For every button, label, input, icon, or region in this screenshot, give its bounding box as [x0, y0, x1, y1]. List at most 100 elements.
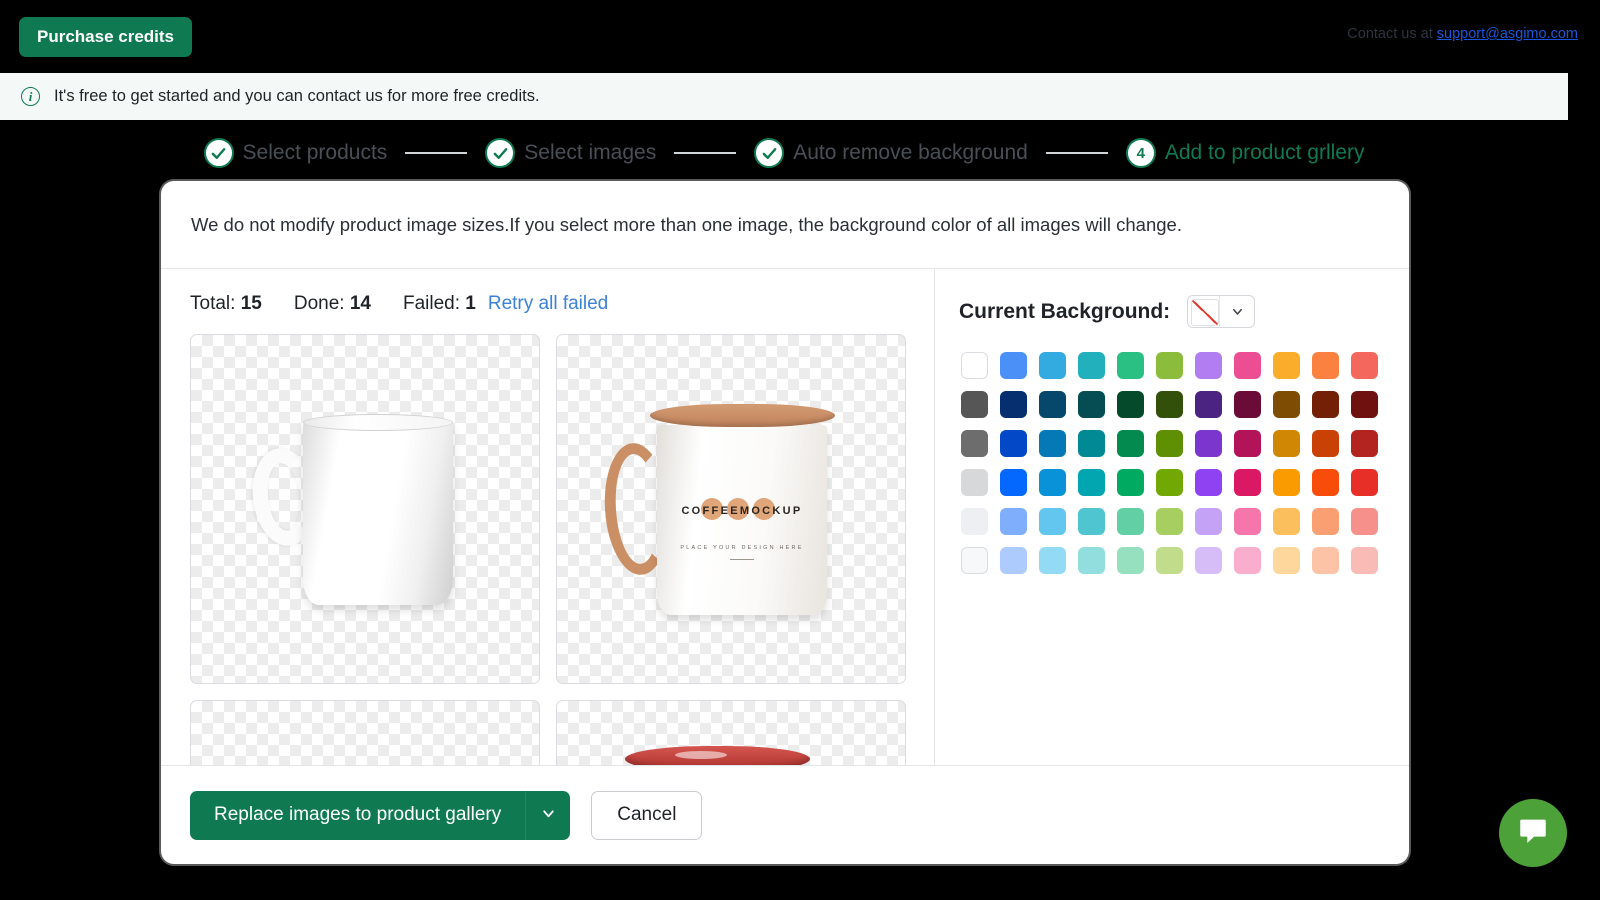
step-label: Auto remove background	[793, 141, 1028, 164]
color-swatch-r5-c8[interactable]	[1234, 508, 1261, 535]
support-email-link[interactable]: support@asgimo.com	[1437, 26, 1578, 42]
mug-body	[303, 420, 453, 605]
color-swatch-r3-c6[interactable]	[1156, 430, 1183, 457]
color-swatch-r3-c5[interactable]	[1117, 430, 1144, 457]
color-swatch-r1-c11[interactable]	[1351, 352, 1378, 379]
color-swatch-r1-c6[interactable]	[1156, 352, 1183, 379]
done-label: Done:	[293, 293, 345, 314]
cancel-button[interactable]: Cancel	[591, 790, 703, 840]
step-add-to-product-gallery[interactable]: 4 Add to product grllery	[1125, 138, 1364, 168]
mug-rim	[650, 404, 835, 427]
color-swatch-r3-c9[interactable]	[1273, 430, 1300, 457]
replace-images-split-button: Replace images to product gallery	[190, 790, 571, 840]
image-thumbnail-white-mug[interactable]	[190, 334, 540, 684]
color-swatch-r3-c2[interactable]	[1000, 430, 1027, 457]
color-swatch-r1-c4[interactable]	[1078, 352, 1105, 379]
purchase-credits-button[interactable]: Purchase credits	[19, 16, 193, 57]
image-thumbnail-empty[interactable]	[190, 700, 540, 765]
color-swatch-r5-c4[interactable]	[1078, 508, 1105, 535]
color-swatch-r4-c8[interactable]	[1234, 469, 1261, 496]
color-swatch-r3-c8[interactable]	[1234, 430, 1261, 457]
current-background-label: Current Background:	[959, 299, 1171, 323]
color-swatch-r1-c8[interactable]	[1234, 352, 1261, 379]
color-swatch-r6-c8[interactable]	[1234, 547, 1261, 574]
color-swatch-r2-c2[interactable]	[1000, 391, 1027, 418]
color-swatch-r2-c7[interactable]	[1195, 391, 1222, 418]
color-swatch-r2-c3[interactable]	[1039, 391, 1066, 418]
step-select-products[interactable]: Select products	[203, 138, 388, 168]
color-swatch-r4-c1[interactable]	[961, 469, 988, 496]
color-swatch-r6-c2[interactable]	[1000, 547, 1027, 574]
color-swatch-r3-c1[interactable]	[961, 430, 988, 457]
contact-prefix: Contact us at	[1347, 26, 1437, 42]
total-value: 15	[240, 293, 262, 314]
color-swatch-r5-c9[interactable]	[1273, 508, 1300, 535]
image-thumbnail-enamel-mug[interactable]: COFFEEMOCKUP PLACE YOUR DESIGN HERE	[556, 334, 906, 684]
step-auto-remove-background[interactable]: Auto remove background	[754, 138, 1028, 168]
color-swatch-r2-c5[interactable]	[1117, 391, 1144, 418]
color-swatch-r4-c6[interactable]	[1156, 469, 1183, 496]
color-swatch-r5-c3[interactable]	[1039, 508, 1066, 535]
step-select-images[interactable]: Select images	[485, 138, 656, 168]
current-background-dropdown[interactable]	[1187, 295, 1256, 328]
color-swatch-r6-c4[interactable]	[1078, 547, 1105, 574]
color-swatch-r1-c7[interactable]	[1195, 352, 1222, 379]
color-swatch-r1-c10[interactable]	[1312, 352, 1339, 379]
processing-status: Total: 15 Done: 14 Failed: 1 Retry all f…	[190, 293, 905, 315]
color-swatch-r4-c5[interactable]	[1117, 469, 1144, 496]
color-swatch-r1-c2[interactable]	[1000, 352, 1027, 379]
color-swatch-r6-c9[interactable]	[1273, 547, 1300, 574]
color-swatch-r4-c10[interactable]	[1312, 469, 1339, 496]
color-swatch-r3-c10[interactable]	[1312, 430, 1339, 457]
color-swatch-r4-c2[interactable]	[1000, 469, 1027, 496]
failed-label: Failed:	[402, 293, 460, 314]
red-mug-illustration	[557, 701, 905, 765]
color-swatch-r5-c6[interactable]	[1156, 508, 1183, 535]
check-circle-icon	[754, 138, 785, 168]
background-color-palette[interactable]	[961, 352, 1409, 586]
color-swatch-r5-c11[interactable]	[1351, 508, 1378, 535]
replace-images-button[interactable]: Replace images to product gallery	[190, 790, 526, 840]
color-swatch-r5-c2[interactable]	[1000, 508, 1027, 535]
color-swatch-r4-c9[interactable]	[1273, 469, 1300, 496]
color-swatch-r2-c1[interactable]	[961, 391, 988, 418]
color-swatch-r3-c7[interactable]	[1195, 430, 1222, 457]
color-swatch-r1-c3[interactable]	[1039, 352, 1066, 379]
step-number-badge: 4	[1125, 138, 1156, 168]
color-swatch-r5-c1[interactable]	[961, 508, 988, 535]
color-swatch-r2-c4[interactable]	[1078, 391, 1105, 418]
step-label: Select products	[242, 141, 388, 164]
color-swatch-r4-c11[interactable]	[1351, 469, 1378, 496]
color-swatch-r6-c6[interactable]	[1156, 547, 1183, 574]
color-swatch-r6-c5[interactable]	[1117, 547, 1144, 574]
color-swatch-r1-c5[interactable]	[1117, 352, 1144, 379]
color-swatch-r4-c3[interactable]	[1039, 469, 1066, 496]
color-swatch-r5-c10[interactable]	[1312, 508, 1339, 535]
total-label: Total:	[190, 293, 236, 314]
chat-support-button[interactable]	[1499, 799, 1567, 867]
color-swatch-r5-c7[interactable]	[1195, 508, 1222, 535]
color-swatch-r2-c6[interactable]	[1156, 391, 1183, 418]
color-swatch-r4-c4[interactable]	[1078, 469, 1105, 496]
replace-images-dropdown-button[interactable]	[525, 790, 571, 840]
color-swatch-r6-c3[interactable]	[1039, 547, 1066, 574]
color-swatch-r2-c9[interactable]	[1273, 391, 1300, 418]
add-to-gallery-modal: We do not modify product image sizes.If …	[161, 181, 1409, 864]
retry-all-failed-link[interactable]: Retry all failed	[488, 293, 608, 315]
color-swatch-r5-c5[interactable]	[1117, 508, 1144, 535]
color-swatch-r6-c11[interactable]	[1351, 547, 1378, 574]
color-swatch-r2-c10[interactable]	[1312, 391, 1339, 418]
background-picker-pane: Current Background:	[935, 269, 1409, 765]
color-swatch-r1-c9[interactable]	[1273, 352, 1300, 379]
color-swatch-r1-c1[interactable]	[961, 352, 988, 379]
color-swatch-r3-c11[interactable]	[1351, 430, 1378, 457]
color-swatch-r4-c7[interactable]	[1195, 469, 1222, 496]
color-swatch-r3-c3[interactable]	[1039, 430, 1066, 457]
color-swatch-r2-c8[interactable]	[1234, 391, 1261, 418]
color-swatch-r6-c7[interactable]	[1195, 547, 1222, 574]
color-swatch-r2-c11[interactable]	[1351, 391, 1378, 418]
image-thumbnail-red-mug[interactable]	[556, 700, 906, 765]
color-swatch-r3-c4[interactable]	[1078, 430, 1105, 457]
color-swatch-r6-c10[interactable]	[1312, 547, 1339, 574]
color-swatch-r6-c1[interactable]	[961, 547, 988, 574]
